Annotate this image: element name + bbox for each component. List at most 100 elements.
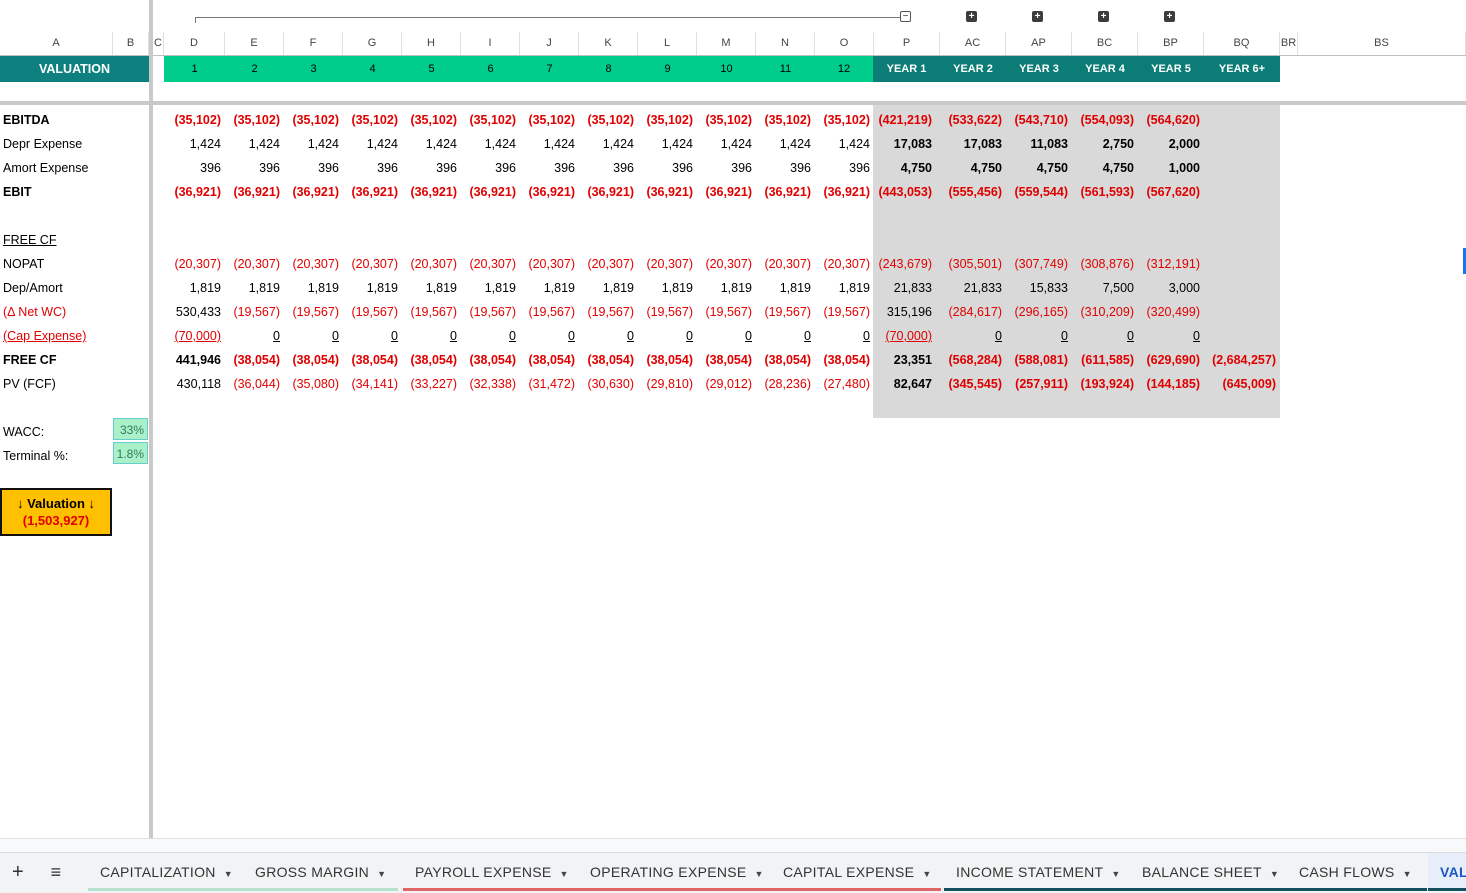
row-label[interactable]: Depr Expense xyxy=(3,132,82,156)
tab-menu-caret-icon[interactable]: ▼ xyxy=(1403,869,1412,879)
col-header-o[interactable]: O xyxy=(815,32,874,55)
cell-value[interactable]: 0 xyxy=(579,324,634,348)
cell-value[interactable]: (312,191) xyxy=(1138,252,1200,276)
cell-value[interactable]: (38,054) xyxy=(402,348,457,372)
cell-value[interactable]: (19,567) xyxy=(756,300,811,324)
col-header-g[interactable]: G xyxy=(343,32,402,55)
cell-value[interactable]: 0 xyxy=(1138,324,1200,348)
cell-value[interactable]: 396 xyxy=(284,156,339,180)
month-header-8[interactable]: 8 xyxy=(579,56,638,82)
cell-value[interactable]: (421,219) xyxy=(873,108,932,132)
cell-value[interactable]: (611,585) xyxy=(1072,348,1134,372)
cell-value[interactable]: (559,544) xyxy=(1006,180,1068,204)
month-header-10[interactable]: 10 xyxy=(697,56,756,82)
cell-value[interactable]: (305,501) xyxy=(940,252,1002,276)
cell-value[interactable]: 441,946 xyxy=(164,348,221,372)
cell-value[interactable]: (35,102) xyxy=(461,108,516,132)
cell-value[interactable]: (36,921) xyxy=(461,180,516,204)
row-label[interactable]: PV (FCF) xyxy=(3,372,56,396)
col-header-ap[interactable]: AP xyxy=(1006,32,1072,55)
cell-value[interactable]: (20,307) xyxy=(343,252,398,276)
cell-value[interactable]: (35,102) xyxy=(815,108,870,132)
month-header-7[interactable]: 7 xyxy=(520,56,579,82)
cell-value[interactable]: (27,480) xyxy=(815,372,870,396)
cell-value[interactable]: 1,424 xyxy=(520,132,575,156)
cell-value[interactable]: (70,000) xyxy=(873,324,932,348)
cell-value[interactable]: 396 xyxy=(520,156,575,180)
cell-value[interactable]: (38,054) xyxy=(520,348,575,372)
cell-value[interactable]: 1,819 xyxy=(697,276,752,300)
cell-value[interactable]: 1,424 xyxy=(164,132,221,156)
cell-value[interactable]: 17,083 xyxy=(940,132,1002,156)
cell-value[interactable]: 396 xyxy=(461,156,516,180)
cell-value[interactable]: (20,307) xyxy=(579,252,634,276)
cell-value[interactable]: (20,307) xyxy=(638,252,693,276)
cell-value[interactable]: 2,750 xyxy=(1072,132,1134,156)
cell-value[interactable]: 0 xyxy=(225,324,280,348)
year-header-6-plus[interactable]: YEAR 6+ xyxy=(1204,56,1280,82)
col-header-h[interactable]: H xyxy=(402,32,461,55)
row-label[interactable]: FREE CF xyxy=(3,228,56,252)
month-header-3[interactable]: 3 xyxy=(284,56,343,82)
year-header-4[interactable]: YEAR 4 xyxy=(1072,56,1138,82)
cell-value[interactable]: 0 xyxy=(756,324,811,348)
add-sheet-icon[interactable]: + xyxy=(8,853,28,891)
sheet-title[interactable]: VALUATION xyxy=(0,56,149,82)
cell-value[interactable]: 4,750 xyxy=(1072,156,1134,180)
cell-value[interactable]: 1,819 xyxy=(225,276,280,300)
cell-value[interactable]: 1,424 xyxy=(697,132,752,156)
cell-value[interactable]: 1,424 xyxy=(402,132,457,156)
cell-value[interactable]: (36,921) xyxy=(697,180,752,204)
col-header-f[interactable]: F xyxy=(284,32,343,55)
year-header-1[interactable]: YEAR 1 xyxy=(873,56,940,82)
cell-value[interactable]: (310,209) xyxy=(1072,300,1134,324)
sheet-tab[interactable]: CASH FLOWS ▼ xyxy=(1287,853,1427,891)
cell-value[interactable]: (33,227) xyxy=(402,372,457,396)
cell-value[interactable]: (35,102) xyxy=(697,108,752,132)
col-header-p[interactable]: P xyxy=(874,32,940,55)
cell-value[interactable]: (568,284) xyxy=(940,348,1002,372)
tab-menu-caret-icon[interactable]: ▼ xyxy=(922,869,931,879)
month-header-5[interactable]: 5 xyxy=(402,56,461,82)
cell-value[interactable]: (29,810) xyxy=(638,372,693,396)
cell-value[interactable]: 17,083 xyxy=(873,132,932,156)
tab-menu-caret-icon[interactable]: ▼ xyxy=(377,869,386,879)
col-header-bp[interactable]: BP xyxy=(1138,32,1204,55)
cell-value[interactable]: (296,165) xyxy=(1006,300,1068,324)
cell-value[interactable]: 1,819 xyxy=(638,276,693,300)
cell-value[interactable]: 396 xyxy=(402,156,457,180)
cell-value[interactable]: (20,307) xyxy=(225,252,280,276)
cell-value[interactable]: (20,307) xyxy=(697,252,752,276)
cell-value[interactable]: (2,684,257) xyxy=(1204,348,1276,372)
cell-value[interactable]: (555,456) xyxy=(940,180,1002,204)
cell-value[interactable]: (36,921) xyxy=(284,180,339,204)
month-header-9[interactable]: 9 xyxy=(638,56,697,82)
cell-value[interactable]: 1,819 xyxy=(756,276,811,300)
cell-value[interactable]: (36,921) xyxy=(815,180,870,204)
row-label[interactable]: EBIT xyxy=(3,180,31,204)
cell-value[interactable]: (36,921) xyxy=(225,180,280,204)
col-header-b[interactable]: B xyxy=(113,32,149,55)
cell-value[interactable]: (38,054) xyxy=(343,348,398,372)
valuation-result-box[interactable]: ↓ Valuation ↓ (1,503,927) xyxy=(0,488,112,536)
month-header-6[interactable]: 6 xyxy=(461,56,520,82)
cell-value[interactable]: (561,593) xyxy=(1072,180,1134,204)
col-header-bs[interactable]: BS xyxy=(1298,32,1466,55)
cell-value[interactable]: 7,500 xyxy=(1072,276,1134,300)
cell-value[interactable]: (20,307) xyxy=(284,252,339,276)
row-label[interactable]: FREE CF xyxy=(3,348,56,372)
cell-value[interactable]: (20,307) xyxy=(815,252,870,276)
col-header-d[interactable]: D xyxy=(164,32,225,55)
cell-value[interactable]: (35,102) xyxy=(579,108,634,132)
col-header-ac[interactable]: AC xyxy=(940,32,1006,55)
cell-value[interactable]: (19,567) xyxy=(461,300,516,324)
month-header-12[interactable]: 12 xyxy=(815,56,873,82)
sheet-tab[interactable]: PAYROLL EXPENSE ▼ xyxy=(403,853,578,891)
terminal-input[interactable]: 1.8% xyxy=(113,442,148,464)
col-header-k[interactable]: K xyxy=(579,32,638,55)
col-header-n[interactable]: N xyxy=(756,32,815,55)
tab-menu-caret-icon[interactable]: ▼ xyxy=(755,869,764,879)
cell-value[interactable]: (443,053) xyxy=(873,180,932,204)
cell-value[interactable]: 0 xyxy=(697,324,752,348)
col-header-br[interactable]: BR xyxy=(1280,32,1298,55)
